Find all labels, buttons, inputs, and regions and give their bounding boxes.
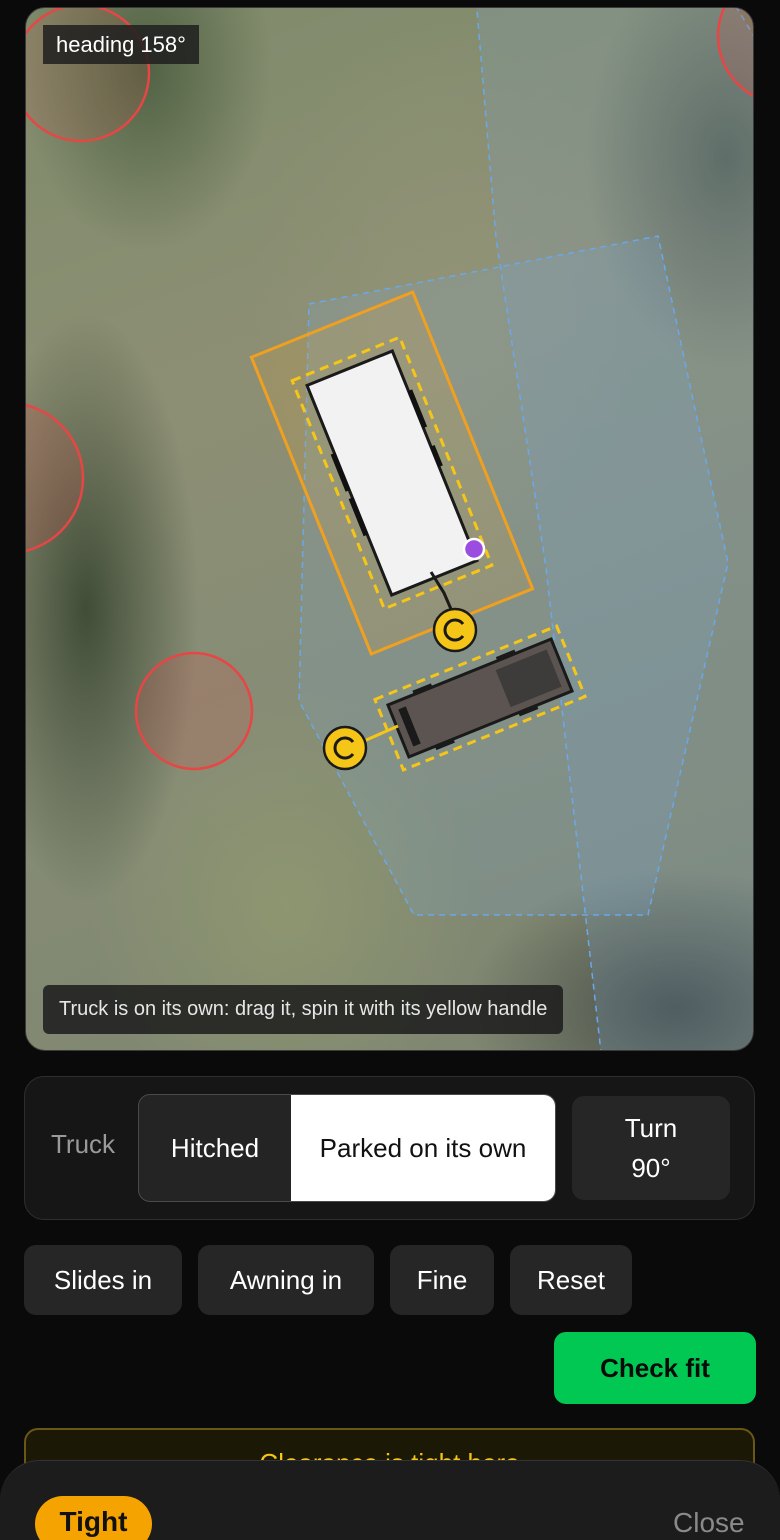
mode-hitched-button[interactable]: Hitched (139, 1095, 291, 1201)
truck-panel: Truck Hitched Parked on its own Turn 90° (24, 1076, 755, 1220)
hitch-point-icon[interactable] (462, 537, 486, 561)
reset-button[interactable]: Reset (510, 1245, 632, 1315)
rotate-handle-icon[interactable] (322, 725, 368, 771)
truck-label: Truck (51, 1129, 116, 1159)
site-map[interactable]: heading 158° Truck is on its own: drag i… (25, 7, 754, 1051)
check-fit-button[interactable]: Check fit (554, 1332, 756, 1404)
truck-mode-toggle: Hitched Parked on its own (138, 1094, 556, 1202)
map-overlay (26, 8, 753, 1050)
mode-parked-button[interactable]: Parked on its own (291, 1095, 555, 1201)
result-sheet: Tight Close (0, 1460, 780, 1540)
fit-status-badge: Tight (35, 1496, 152, 1540)
obstacle-circle (134, 651, 254, 771)
turn-90-button[interactable]: Turn 90° (572, 1096, 730, 1200)
awning-in-button[interactable]: Awning in (198, 1245, 374, 1315)
close-button[interactable]: Close (673, 1507, 745, 1539)
slides-in-button[interactable]: Slides in (24, 1245, 182, 1315)
map-hint: Truck is on its own: drag it, spin it wi… (43, 985, 564, 1034)
fine-button[interactable]: Fine (390, 1245, 494, 1315)
heading-readout: heading 158° (43, 25, 199, 64)
obstacle-circle (26, 403, 85, 553)
rotate-handle-icon[interactable] (432, 607, 478, 653)
